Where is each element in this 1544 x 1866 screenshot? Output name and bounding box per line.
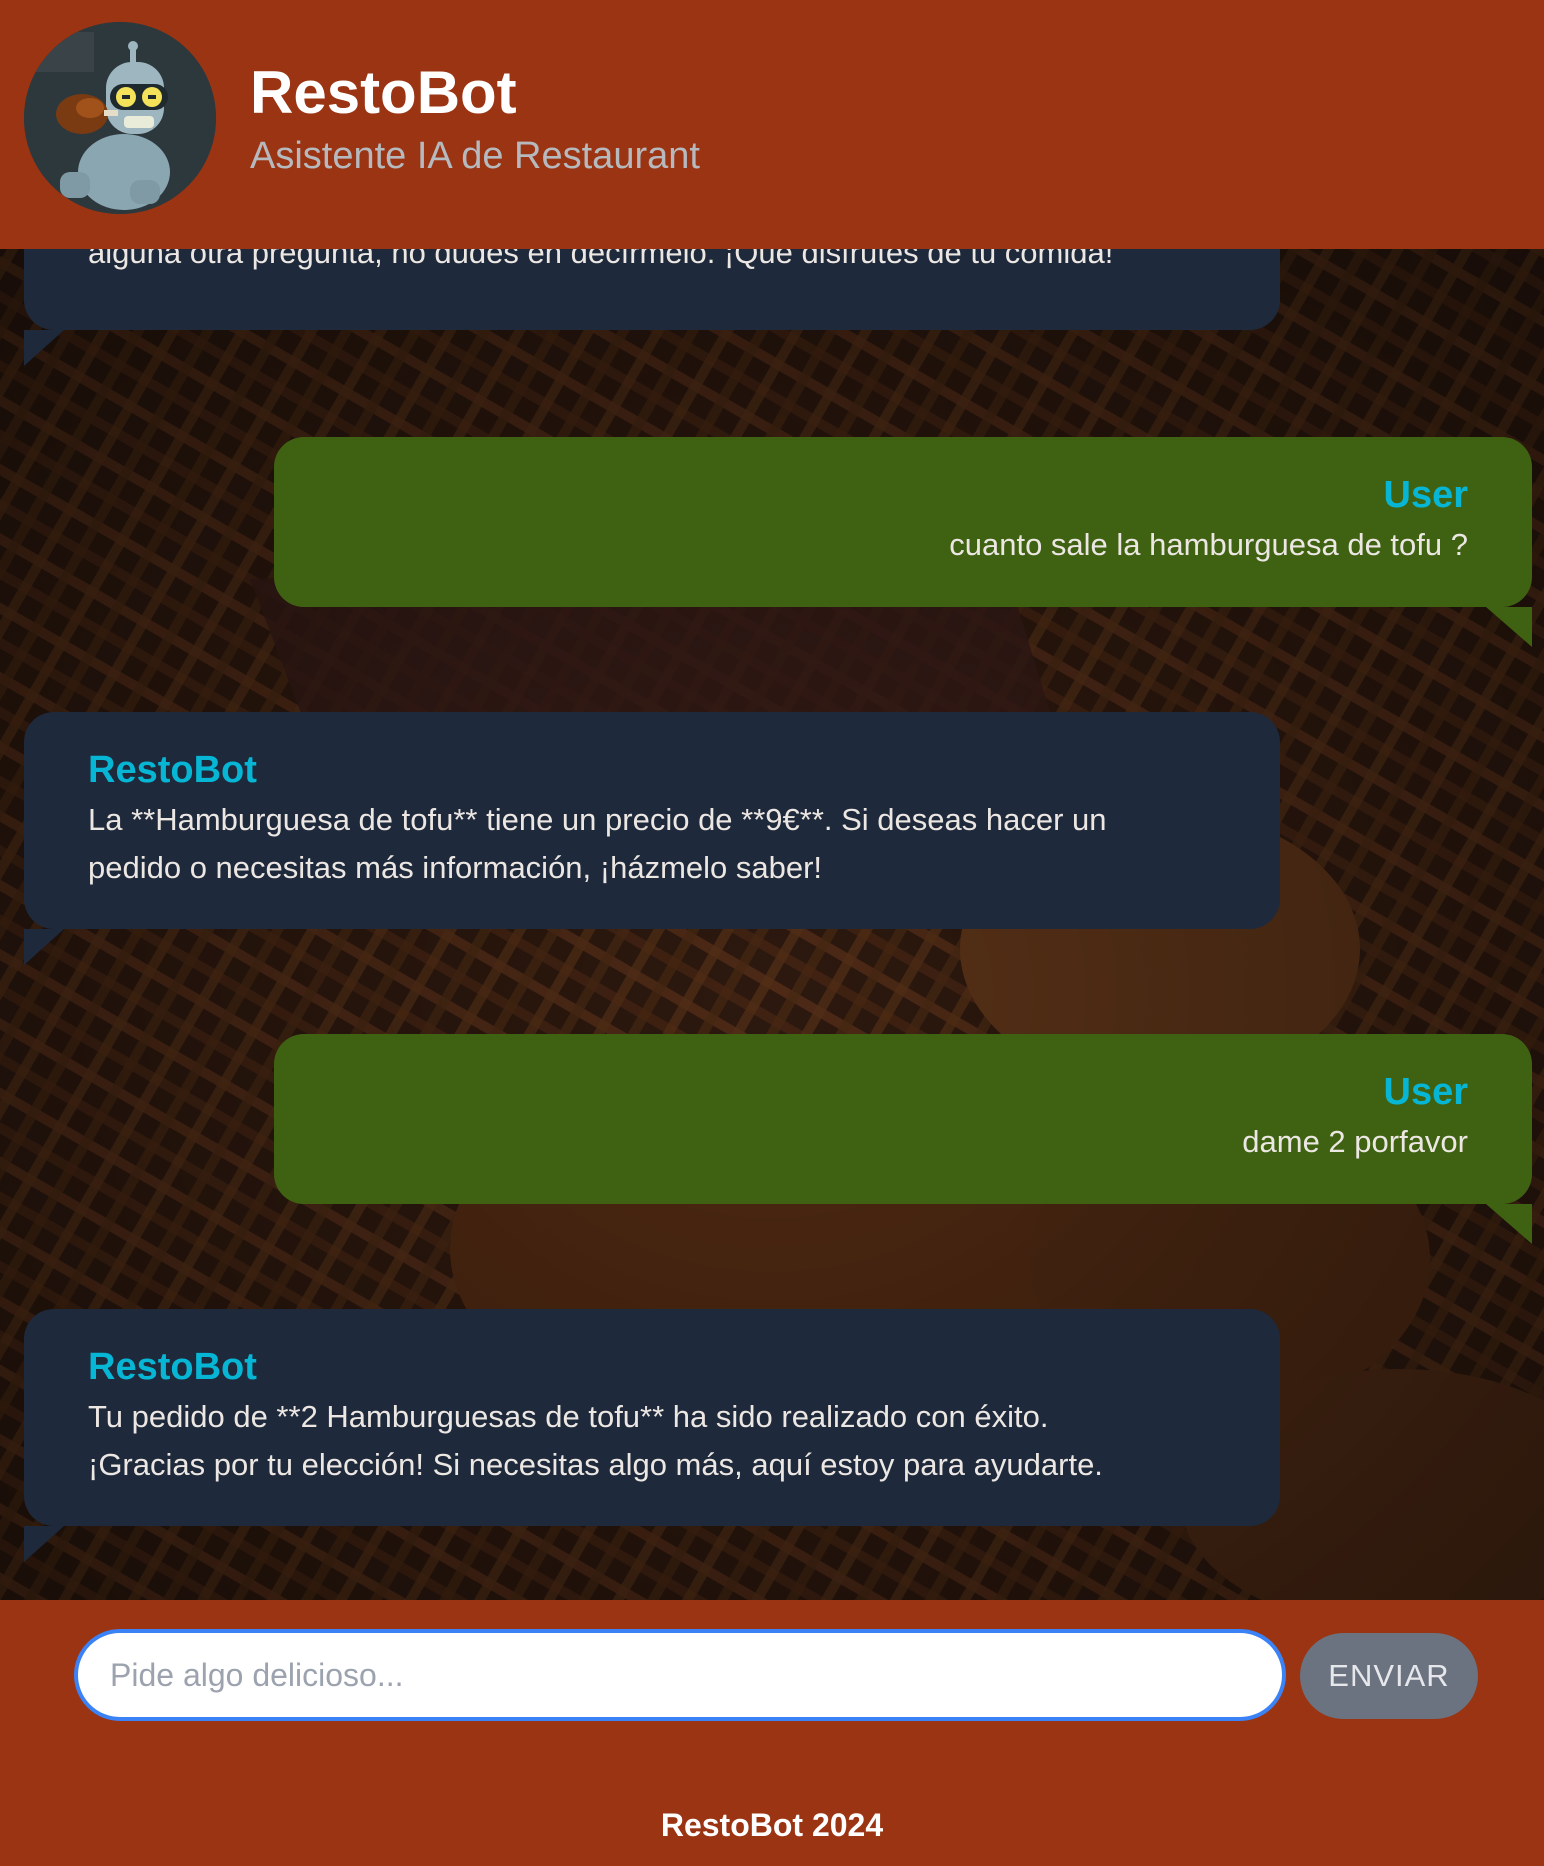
app-subtitle: Asistente IA de Restaurant xyxy=(250,135,700,177)
app-title: RestoBot xyxy=(250,59,517,126)
message-sender: RestoBot xyxy=(88,1346,257,1388)
message-line: cuanto sale la hamburguesa de tofu ? xyxy=(949,527,1468,562)
message-line: Tu pedido de **2 Hamburguesas de tofu** … xyxy=(88,1399,1049,1434)
message-sender: User xyxy=(1383,1071,1469,1113)
footer-copyright: RestoBot 2024 xyxy=(660,1807,884,1843)
message-line: ¡Gracias por tu elección! Si necesitas a… xyxy=(88,1447,1103,1482)
message-text: cuanto sale la hamburguesa de tofu ? xyxy=(314,521,1468,569)
bot-message: RestoBot La **Hamburguesa de tofu** tien… xyxy=(24,712,1280,965)
message-line: La **Hamburguesa de tofu** tiene un prec… xyxy=(88,802,1107,837)
bubble-tail xyxy=(1486,1204,1532,1244)
bot-message: alguna otra pregunta, no dudes en decírm… xyxy=(24,249,1280,366)
bubble-tail xyxy=(24,1526,64,1562)
bubble-tail xyxy=(24,330,64,366)
message-text: dame 2 porfavor xyxy=(314,1118,1468,1166)
message-text: alguna otra pregunta, no dudes en decírm… xyxy=(88,249,1240,277)
message-line: dame 2 porfavor xyxy=(1242,1124,1468,1159)
message-sender: User xyxy=(1383,474,1469,516)
message-text: Tu pedido de **2 Hamburguesas de tofu** … xyxy=(88,1393,1240,1489)
message-line: pedido o necesitas más información, ¡ház… xyxy=(88,850,823,885)
message-text: La **Hamburguesa de tofu** tiene un prec… xyxy=(88,796,1240,892)
bubble-tail xyxy=(1486,607,1532,647)
send-button[interactable]: ENVIAR xyxy=(1300,1633,1478,1719)
message-line: alguna otra pregunta, no dudes en decírm… xyxy=(88,249,1114,270)
bot-message: RestoBot Tu pedido de **2 Hamburguesas d… xyxy=(24,1309,1280,1562)
message-sender: RestoBot xyxy=(88,749,257,791)
app-header: RestoBot Asistente IA de Restaurant xyxy=(0,0,1544,249)
user-message: User cuanto sale la hamburguesa de tofu … xyxy=(274,437,1532,647)
message-input[interactable] xyxy=(74,1629,1286,1721)
chat-messages[interactable]: alguna otra pregunta, no dudes en decírm… xyxy=(0,249,1544,1600)
robot-avatar-icon xyxy=(24,22,216,214)
bubble-tail xyxy=(24,929,64,965)
user-message: User dame 2 porfavor xyxy=(274,1034,1532,1244)
